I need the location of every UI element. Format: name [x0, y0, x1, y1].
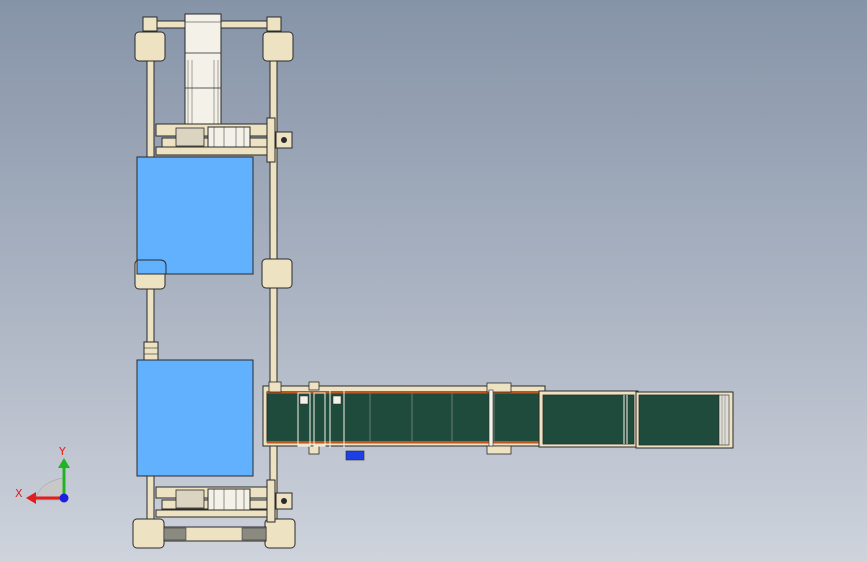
blue-sensor [345, 450, 365, 461]
bottom-crossbar-gray-right [241, 527, 267, 541]
foot-top-left [134, 31, 166, 62]
xyz-axis-triad-icon: Y X [15, 445, 70, 504]
y-axis-label: Y [58, 445, 66, 458]
top-connector-left [142, 16, 158, 32]
blue-box-lower [136, 359, 254, 477]
cad-viewport[interactable]: Y X [0, 0, 867, 562]
foot-bottom-right [264, 518, 296, 549]
belt-extension-1 [538, 390, 639, 448]
foot-mid-right [261, 258, 293, 289]
top-connector-right [266, 16, 282, 32]
foot-top-right [262, 31, 294, 62]
top-chain-conveyor [184, 13, 222, 133]
right-rail [269, 39, 278, 541]
rail-connector-1 [143, 341, 159, 361]
foot-bottom-left [132, 518, 165, 549]
belt-conveyor [262, 381, 546, 461]
x-axis-label: X [15, 487, 23, 500]
belt-extension-2 [635, 391, 734, 449]
bottom-drive-assembly [155, 479, 293, 523]
blue-box-upper [136, 156, 254, 275]
top-drive-assembly [155, 117, 293, 163]
bottom-crossbar-gray-left [163, 527, 187, 541]
